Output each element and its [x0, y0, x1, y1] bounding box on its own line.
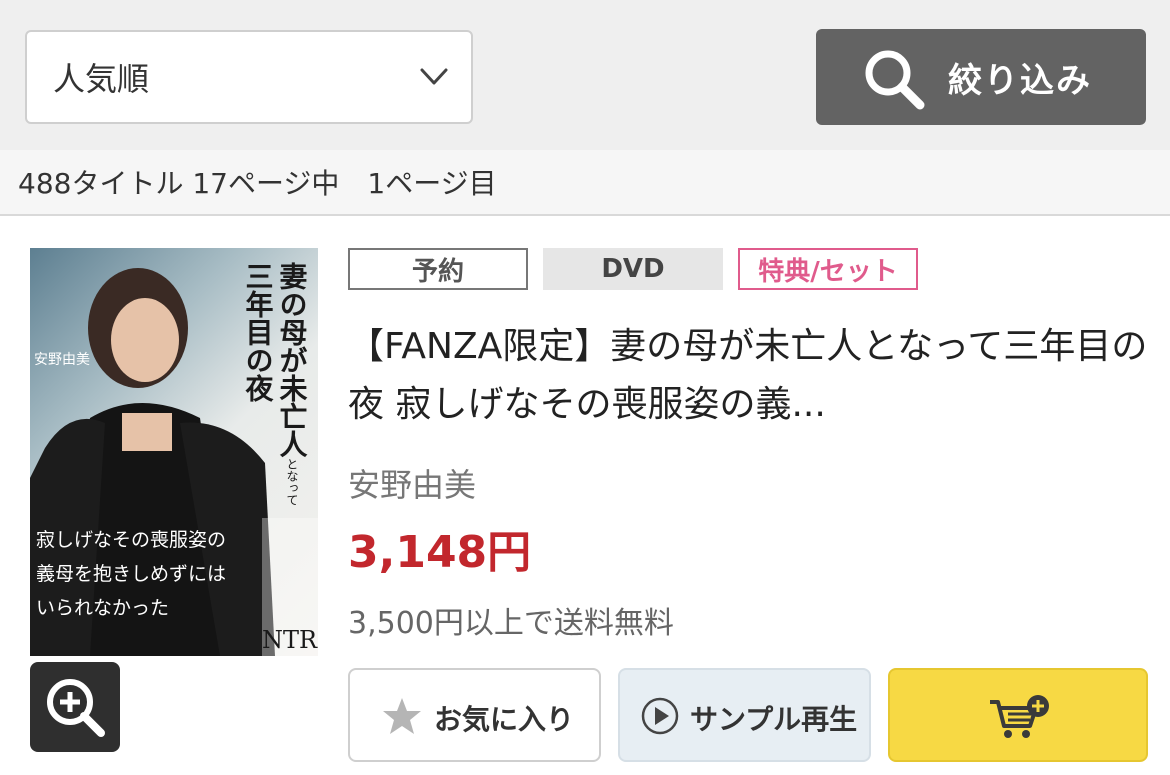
favorite-button[interactable]: お気に入り — [348, 668, 601, 762]
cover-tagline2: 義母を抱きしめずには — [36, 563, 226, 585]
play-icon — [641, 697, 679, 735]
add-to-cart-button[interactable] — [888, 668, 1148, 762]
cover-title-line2: となって — [285, 458, 299, 506]
product-cover-image[interactable]: 妻の母が未亡人 となって 三年目の夜 安野由美 寂しげなその喪服姿の 義母を抱き… — [30, 248, 318, 656]
product-price: 3,148円 — [348, 527, 532, 578]
cover-brand: NTR — [262, 626, 318, 654]
product-card: 妻の母が未亡人 となって 三年目の夜 安野由美 寂しげなその喪服姿の 義母を抱き… — [0, 218, 1170, 775]
chevron-down-icon — [420, 68, 448, 85]
sort-select[interactable]: 人気順 — [25, 30, 473, 124]
product-title[interactable]: 【FANZA限定】妻の母が未亡人となって三年目の夜 寂しげなその喪服姿の義... — [348, 318, 1148, 434]
sort-select-value: 人気順 — [53, 60, 150, 98]
star-icon — [383, 698, 421, 734]
results-summary: 488タイトル 17ページ中 1ページ目 — [18, 167, 497, 200]
favorite-button-label: お気に入り — [434, 703, 575, 736]
filter-button[interactable]: 絞り込み — [816, 29, 1146, 125]
bonus-badge: 特典/セット — [738, 248, 918, 290]
cover-name: 安野由美 — [34, 352, 90, 368]
cover-title-line3: 三年目の夜 — [242, 262, 275, 402]
actress-name[interactable]: 安野由美 — [348, 460, 476, 506]
reserve-badge: 予約 — [348, 248, 528, 290]
filter-button-label: 絞り込み — [948, 61, 1092, 101]
results-summary-bar: 488タイトル 17ページ中 1ページ目 — [0, 150, 1170, 216]
cart-add-icon — [990, 695, 1049, 738]
cover-artwork: 妻の母が未亡人 となって 三年目の夜 安野由美 寂しげなその喪服姿の 義母を抱き… — [30, 262, 318, 656]
cover-tagline3: いられなかった — [36, 597, 169, 619]
zoom-in-icon — [47, 679, 105, 737]
sample-play-button[interactable]: サンプル再生 — [618, 668, 871, 762]
cover-title-line1: 妻の母が未亡人 — [276, 262, 309, 458]
zoom-image-button[interactable] — [30, 662, 120, 752]
top-toolbar: 人気順 絞り込み — [0, 0, 1170, 150]
sample-button-label: サンプル再生 — [690, 703, 858, 736]
shipping-note: 3,500円以上で送料無料 — [348, 606, 674, 641]
format-badge: DVD — [543, 248, 723, 290]
cover-tagline1: 寂しげなその喪服姿の — [36, 529, 226, 551]
search-icon — [865, 50, 925, 110]
